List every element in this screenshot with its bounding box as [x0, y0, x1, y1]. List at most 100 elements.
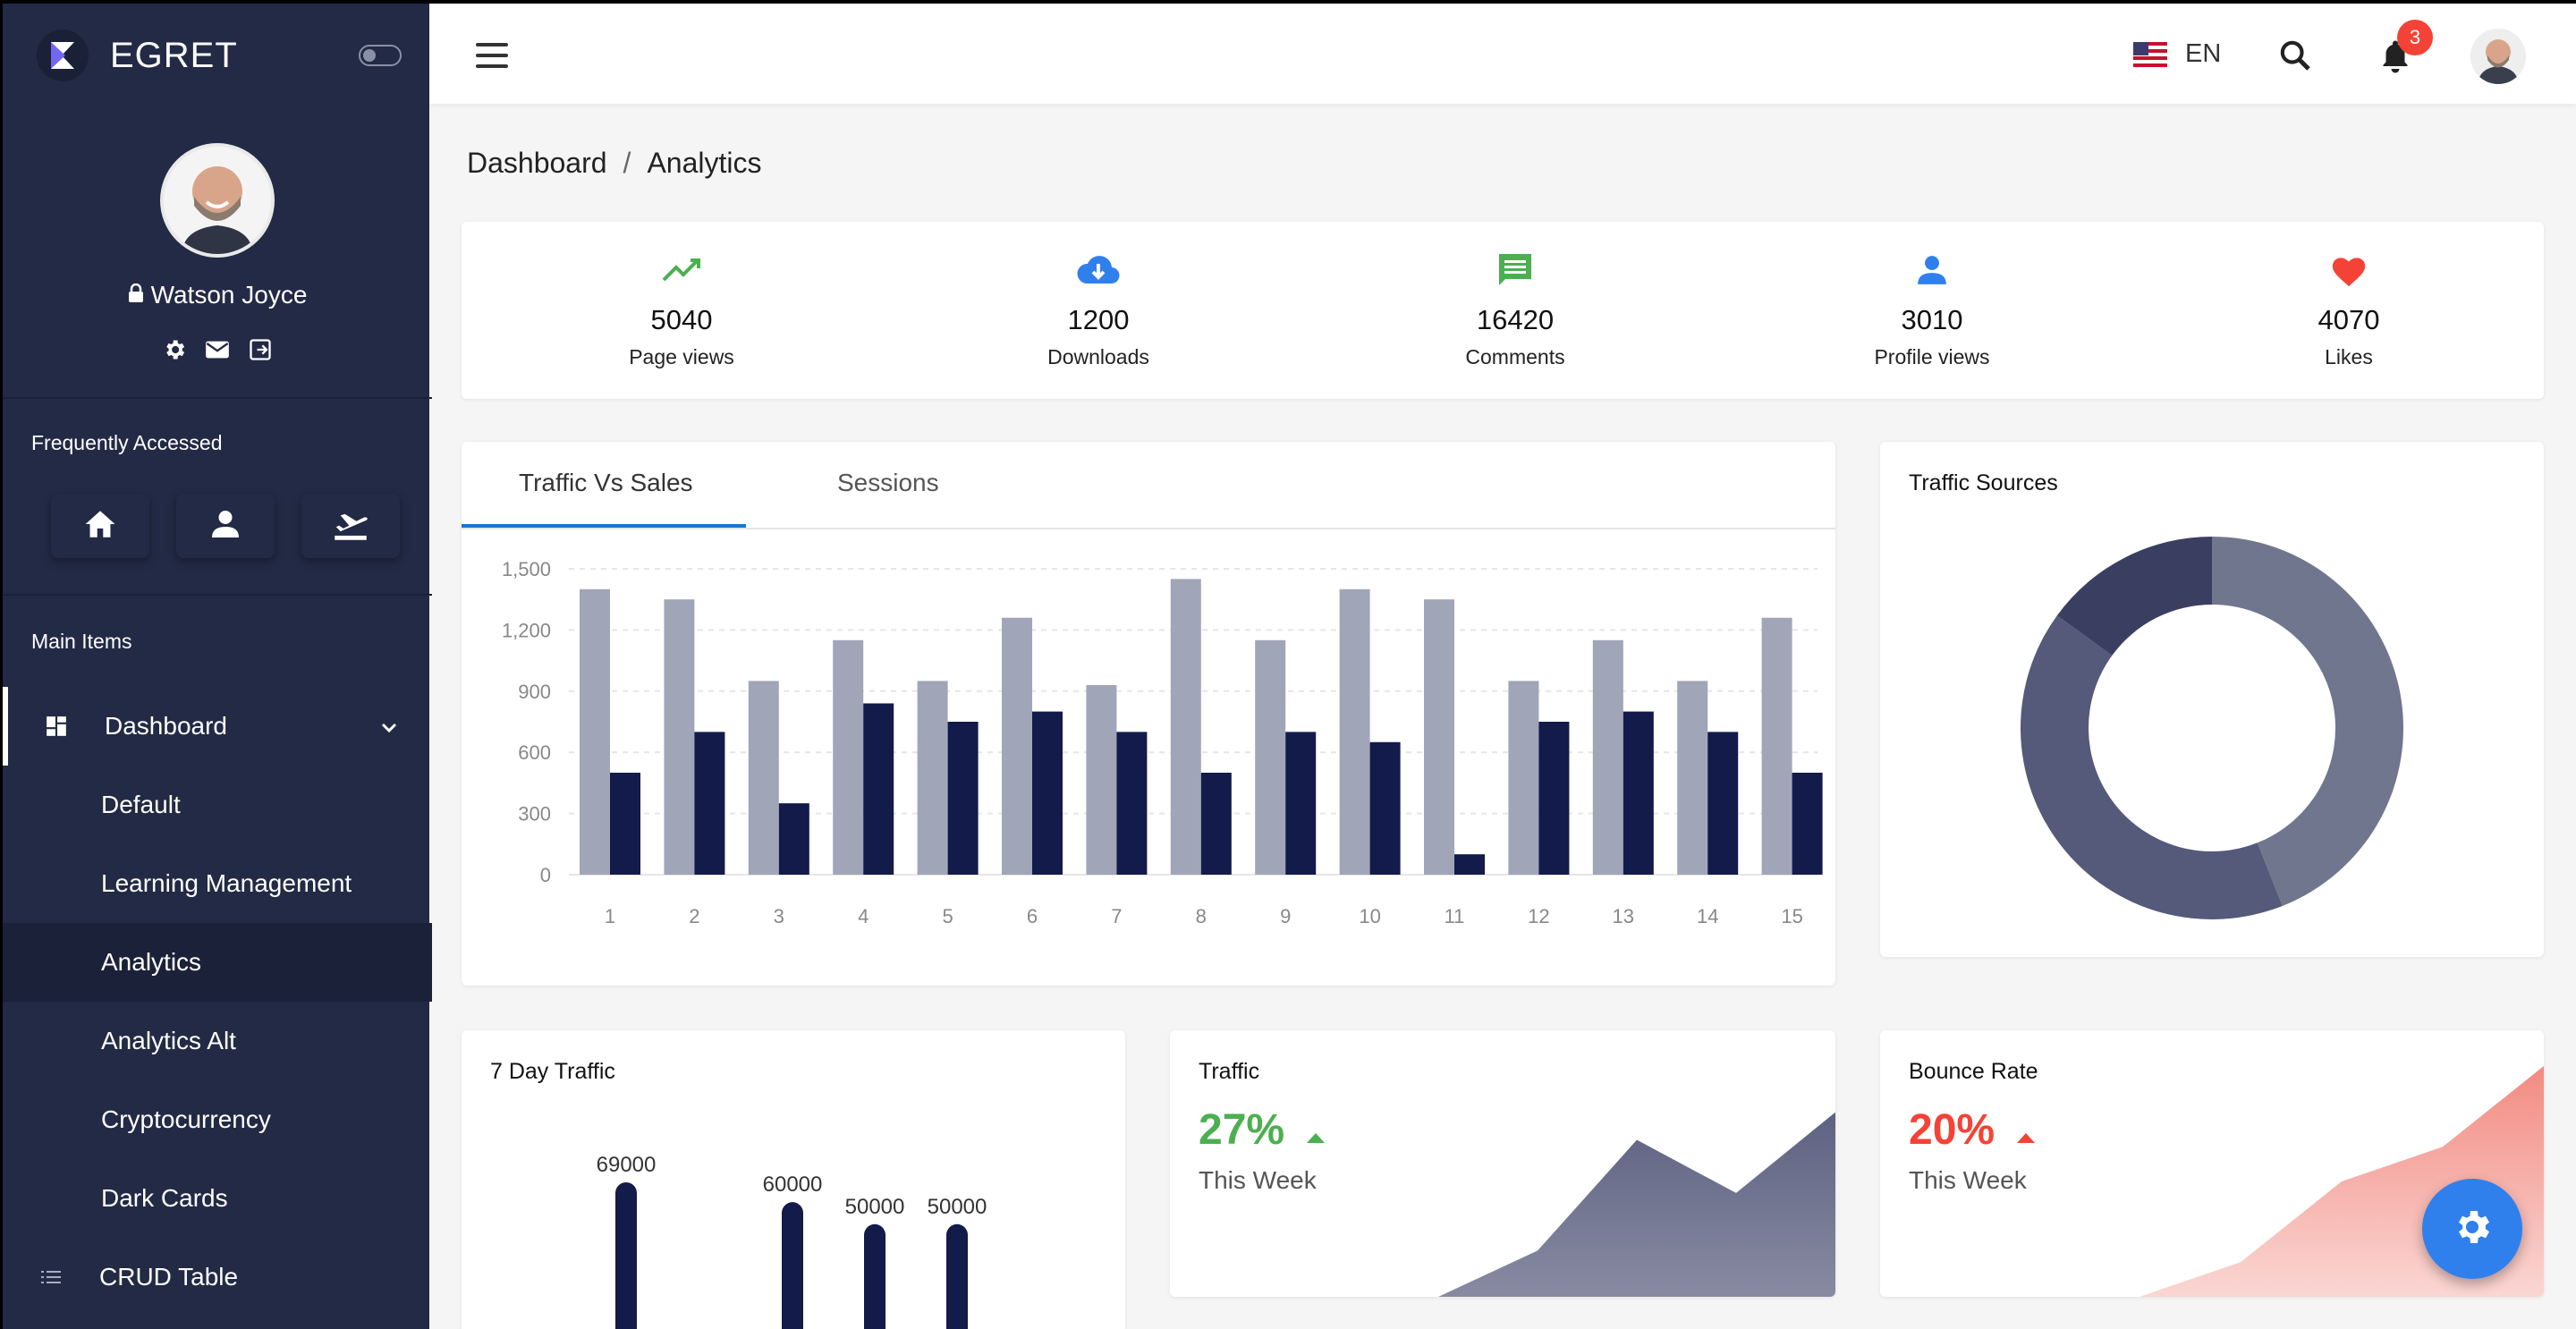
stat-value: 16420	[1476, 304, 1555, 335]
x-tick-label: 13	[1613, 905, 1634, 927]
bar	[1032, 711, 1063, 875]
quick-home-button[interactable]	[51, 494, 149, 558]
x-tick-label: 7	[1111, 905, 1122, 927]
search-icon[interactable]	[2275, 36, 2315, 75]
stat-label: Page views	[629, 345, 734, 368]
bar	[694, 732, 725, 875]
tab-traffic-vs-sales[interactable]: Traffic Vs Sales	[519, 469, 693, 497]
sidebar-item-analytics-alt[interactable]: Analytics Alt	[3, 1002, 432, 1080]
sidebar-item-dark-cards[interactable]: Dark Cards	[3, 1159, 432, 1238]
y-tick-label: 0	[540, 864, 551, 886]
y-tick-label: 600	[518, 741, 551, 764]
x-tick-label: 6	[1027, 905, 1038, 927]
stat-label: Comments	[1465, 345, 1565, 368]
language-selector[interactable]: EN	[2133, 39, 2221, 69]
bar	[1424, 599, 1454, 875]
traffic-sources-card: Traffic Sources	[1880, 442, 2544, 957]
flight-takeoff-icon	[332, 508, 369, 545]
bar	[1369, 741, 1401, 875]
stat-comments: 16420 Comments	[1399, 249, 1631, 369]
bar	[864, 1223, 886, 1329]
sidebar-item-default[interactable]: Default	[3, 766, 432, 844]
brand-name: EGRET	[110, 35, 238, 75]
sidebar: EGRET Watson Joyce Frequently Accessed M…	[0, 0, 432, 1329]
x-tick-label: 3	[774, 905, 784, 927]
lock-icon	[128, 281, 144, 309]
brand[interactable]: EGRET	[37, 29, 238, 82]
trending-up-icon	[565, 249, 798, 292]
quick-profile-button[interactable]	[176, 494, 275, 558]
stat-profile-views: 3010 Profile views	[1816, 249, 2048, 369]
stat-value: 1200	[1067, 304, 1130, 335]
profile-name-row: Watson Joyce	[3, 281, 432, 309]
bar	[1508, 681, 1539, 875]
stat-value: 5040	[650, 304, 713, 335]
settings-icon[interactable]	[161, 336, 188, 363]
bar	[1592, 639, 1623, 875]
bar	[664, 599, 695, 875]
traffic-sources-title: Traffic Sources	[1909, 470, 2058, 495]
data-label: 50000	[845, 1195, 905, 1219]
stat-likes: 4070 Likes	[2233, 249, 2465, 369]
theme-toggle[interactable]	[359, 45, 402, 66]
x-tick-label: 15	[1781, 905, 1802, 927]
stat-downloads: 1200 Downloads	[982, 249, 1215, 369]
sidebar-item-crud-table[interactable]: CRUD Table	[3, 1238, 432, 1316]
topbar: EN 3	[429, 0, 2576, 104]
us-flag-icon	[2133, 41, 2167, 67]
mail-icon[interactable]	[204, 336, 231, 363]
quick-flight-button[interactable]	[301, 494, 400, 558]
sidebar-item-dashboard[interactable]: Dashboard	[3, 687, 432, 766]
bar	[946, 1223, 968, 1329]
quick-access	[51, 494, 400, 558]
bar	[1538, 722, 1570, 875]
bar	[1339, 588, 1370, 875]
x-tick-label: 5	[942, 905, 953, 927]
seven-day-chart: 69000 60000 50000 50000	[597, 1153, 987, 1329]
bar	[1677, 681, 1708, 875]
breadcrumb-separator: /	[623, 147, 631, 179]
bar	[1761, 617, 1792, 875]
data-label: 50000	[928, 1195, 987, 1219]
stats-card: 5040 Page views 1200 Downloads 16420 Com…	[462, 222, 2544, 399]
comment-icon	[1399, 249, 1631, 292]
settings-fab-button[interactable]	[2422, 1179, 2522, 1279]
logout-icon[interactable]	[247, 336, 274, 363]
bar	[1002, 617, 1032, 875]
traffic-sources-chart	[2021, 537, 2403, 919]
bar	[1255, 639, 1286, 875]
bar	[615, 1182, 637, 1329]
x-tick-label: 9	[1280, 905, 1291, 927]
profile-name: Watson Joyce	[150, 281, 308, 309]
breadcrumb: Dashboard / Analytics	[467, 147, 761, 180]
stat-label: Profile views	[1874, 345, 1990, 368]
home-icon	[82, 508, 118, 545]
sidebar-item-learning-management[interactable]: Learning Management	[3, 844, 432, 923]
data-label: 60000	[763, 1172, 823, 1197]
chart-tabs: Traffic Vs Sales Sessions	[462, 442, 1835, 529]
sidebar-item-label: Dashboard	[105, 712, 227, 740]
bar	[1707, 732, 1739, 875]
y-tick-label: 1,500	[502, 558, 551, 580]
list-icon	[38, 1265, 64, 1290]
sidebar-item-analytics[interactable]: Analytics	[3, 923, 432, 1002]
x-tick-label: 12	[1528, 905, 1549, 927]
sidebar-divider	[3, 594, 432, 596]
user-avatar[interactable]	[2470, 29, 2526, 84]
brand-logo-icon	[37, 30, 89, 81]
menu-icon[interactable]	[476, 43, 508, 68]
active-tab-indicator	[462, 524, 746, 528]
breadcrumb-root[interactable]: Dashboard	[467, 147, 607, 180]
profile-avatar[interactable]	[160, 143, 275, 258]
x-tick-label: 1	[605, 905, 615, 927]
stat-label: Likes	[2325, 345, 2373, 368]
chevron-down-icon[interactable]	[380, 712, 398, 741]
stat-page-views: 5040 Page views	[565, 249, 798, 369]
x-tick-label: 8	[1196, 905, 1207, 927]
seven-day-title: 7 Day Traffic	[490, 1059, 615, 1084]
notification-badge: 3	[2397, 20, 2433, 55]
tab-sessions[interactable]: Sessions	[837, 469, 939, 497]
heart-icon	[2233, 249, 2465, 292]
bar	[580, 588, 610, 875]
sidebar-item-cryptocurrency[interactable]: Cryptocurrency	[3, 1080, 432, 1159]
